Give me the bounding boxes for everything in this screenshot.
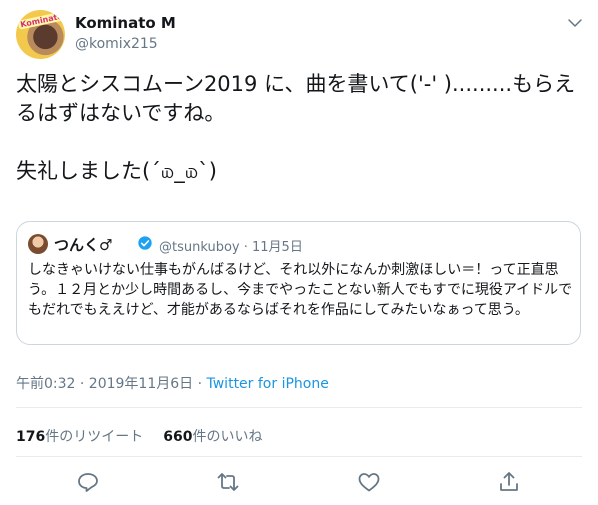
author-handle[interactable]: @komix215 — [75, 36, 158, 52]
engagement-stats: 176件のリツイート 660件のいいね — [16, 426, 262, 446]
author-name[interactable]: Kominato M — [75, 14, 176, 32]
retweets-count: 176 — [16, 429, 46, 445]
tweet-text-line: 失礼しました(´௰_௰`) — [16, 159, 217, 183]
quoted-text: しなきゃいけない仕事もがんばるけど、それ以外になんか刺激ほしい＝！って正直思う。… — [28, 262, 573, 318]
verified-badge-icon — [138, 236, 152, 250]
quoted-tweet[interactable]: つんく♂ @tsunkuboy · 11月5日 しなきゃいけない仕事もがんばるけ… — [16, 221, 581, 345]
divider — [16, 456, 582, 457]
retweets-label: 件のリツイート — [45, 429, 144, 445]
timestamp-time[interactable]: 午前0:32 · 2019年11月6日 · — [16, 376, 207, 392]
retweets-stat[interactable]: 176件のリツイート — [16, 429, 143, 445]
share-icon[interactable] — [497, 470, 521, 494]
likes-count: 660 — [163, 429, 193, 445]
likes-label: 件のいいね — [192, 429, 263, 445]
avatar-badge-text: Kominato — [17, 11, 65, 30]
source-link[interactable]: Twitter for iPhone — [207, 376, 329, 392]
quoted-meta: @tsunkuboy · 11月5日 — [159, 240, 303, 255]
divider — [16, 407, 582, 408]
heart-icon[interactable] — [357, 470, 381, 494]
quoted-author-name: つんく♂ — [54, 236, 113, 254]
profile-avatar[interactable]: Kominato — [16, 10, 65, 59]
reply-icon[interactable] — [76, 470, 100, 494]
retweet-icon[interactable] — [216, 470, 240, 494]
quoted-avatar — [28, 234, 48, 254]
tweet-text: 太陽とシスコムーン2019 に、曲を書いて('-' ).........もらえる… — [16, 70, 581, 186]
tweet-text-line: 太陽とシスコムーン2019 に、曲を書いて('-' ).........もらえる… — [16, 72, 576, 125]
chevron-down-icon[interactable] — [566, 14, 584, 32]
likes-stat[interactable]: 660件のいいね — [163, 429, 262, 445]
tweet-timestamp: 午前0:32 · 2019年11月6日 · Twitter for iPhone — [16, 373, 329, 393]
